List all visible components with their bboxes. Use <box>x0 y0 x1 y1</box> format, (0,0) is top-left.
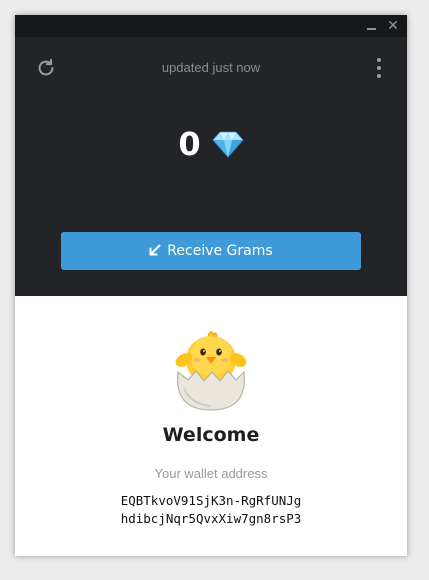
minimize-icon[interactable] <box>363 15 381 37</box>
wallet-address-label: Your wallet address <box>154 466 268 481</box>
hatching-chick-icon <box>175 331 247 411</box>
receive-grams-button[interactable]: Receive Grams <box>61 232 361 270</box>
update-status: updated just now <box>161 60 261 75</box>
welcome-title: Welcome <box>162 424 260 446</box>
wallet-window: ✕ updated just now 0 Receive Grams Welco… <box>15 15 407 556</box>
close-icon[interactable]: ✕ <box>384 15 402 37</box>
welcome-panel: Welcome Your wallet address EQBTkvoV91Sj… <box>15 296 407 556</box>
title-bar: ✕ <box>15 15 407 37</box>
arrow-down-left-icon <box>149 244 161 256</box>
diamond-icon <box>212 131 244 158</box>
balance: 0 <box>15 125 407 165</box>
wallet-address-line-1: EQBTkvoV91SjK3n-RgRfUNJg <box>120 493 302 508</box>
wallet-address-line-2: hdibcjNqr5QvxXiw7gn8rsP3 <box>120 511 302 526</box>
wallet-address[interactable]: EQBTkvoV91SjK3n-RgRfUNJg hdibcjNqr5QvxXi… <box>15 492 407 528</box>
receive-grams-label: Receive Grams <box>167 243 273 259</box>
more-vertical-icon[interactable] <box>373 57 385 79</box>
balance-value: 0 <box>178 125 201 163</box>
balance-panel: updated just now 0 Receive Grams <box>15 37 407 296</box>
